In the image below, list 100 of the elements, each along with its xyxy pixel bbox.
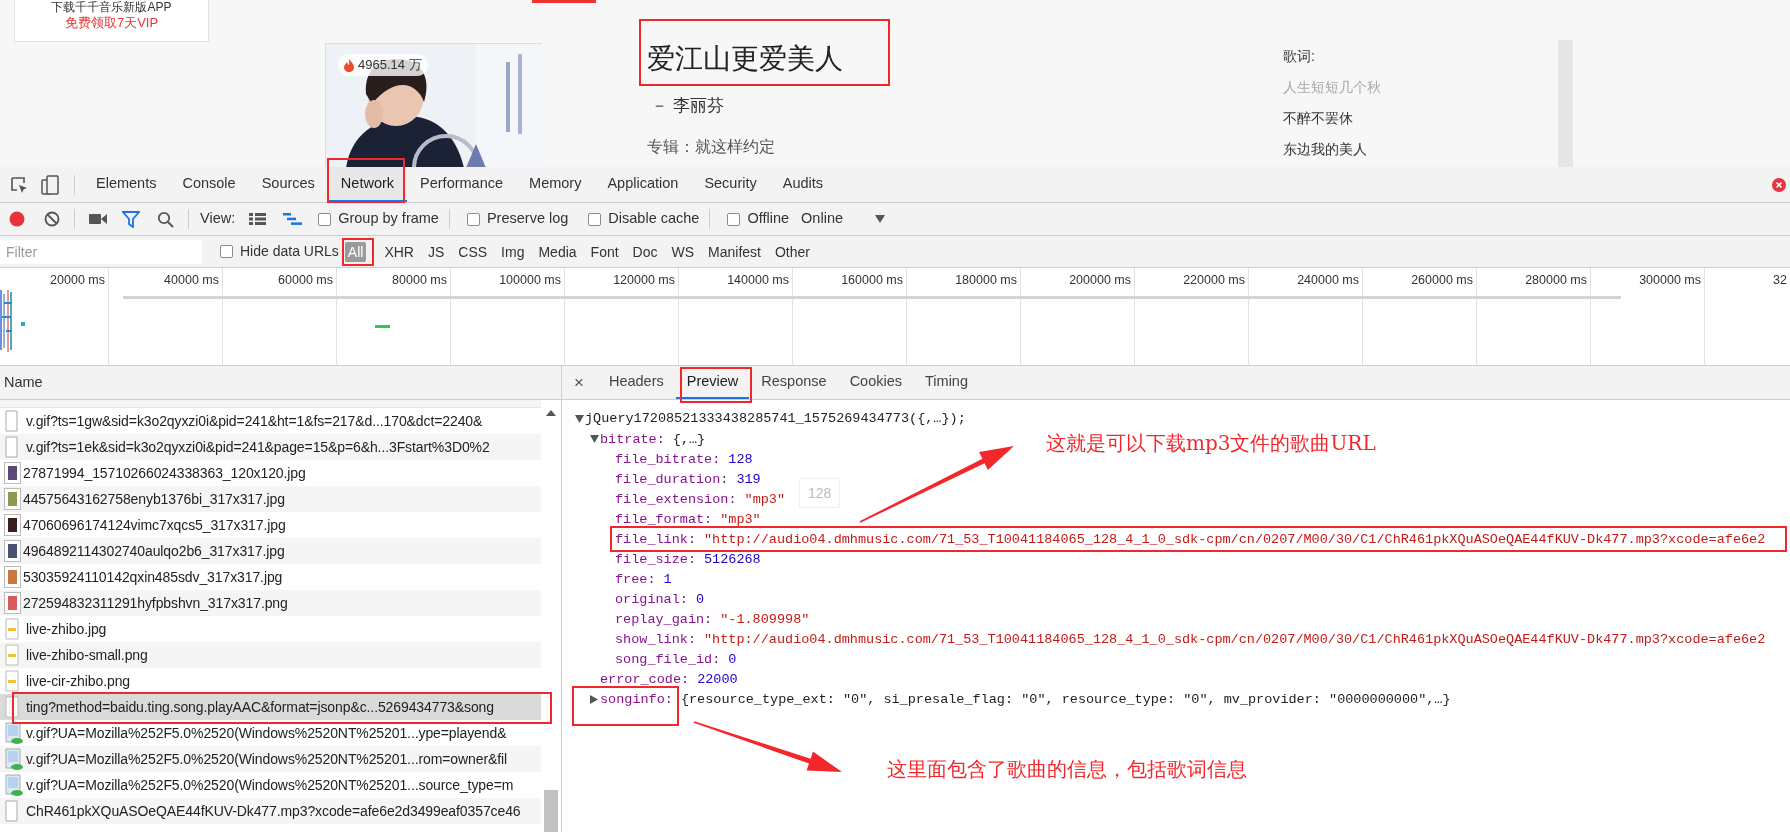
json-key: error_code: — [600, 672, 690, 686]
play-count: 4965.14 万 — [358, 56, 422, 75]
type-filter-button[interactable]: JS — [424, 241, 448, 262]
checkbox-label[interactable]: Offline — [747, 208, 790, 230]
clear-icon[interactable] — [44, 211, 60, 227]
checkbox[interactable] — [466, 212, 480, 226]
request-name: 44575643162758enyb1376bi_317x317.jpg — [23, 491, 285, 507]
checkbox-label[interactable]: Preserve log — [486, 208, 569, 230]
time-tick-label: 240000 ms — [1297, 272, 1359, 289]
app-promo-card[interactable]: 下载千千音乐新版APP 免费领取7天VIP — [14, 0, 209, 42]
filter-icon[interactable] — [122, 210, 140, 228]
time-tick-label: 20000 ms — [50, 272, 105, 289]
time-tick-label: 32 — [1773, 272, 1787, 289]
time-tick-label: 200000 ms — [1069, 272, 1131, 289]
request-name: 47060696174124vimc7xqcs5_317x317.jpg — [23, 517, 286, 533]
devtools-tab[interactable]: Elements — [83, 167, 170, 202]
json-value: 0 — [728, 652, 737, 666]
request-row[interactable]: v.gif?UA=Mozilla%252F5.0%2520(Windows%2520NT%25201...rom=owner&fil — [0, 746, 542, 772]
devtools-tab[interactable]: Security — [691, 167, 770, 202]
scrollbar-thumb[interactable] — [544, 790, 558, 832]
request-row[interactable]: live-zhibo-small.png — [0, 642, 542, 668]
json-key: file_bitrate: — [615, 452, 721, 466]
detail-tab[interactable]: Preview — [675, 366, 750, 399]
request-row[interactable]: 4964892114302740aulqo2b6_317x317.jpg — [0, 538, 542, 564]
highlight-frame — [680, 367, 752, 403]
type-filter-button[interactable]: Font — [587, 241, 622, 262]
devtools-tab[interactable]: Application — [594, 167, 692, 202]
flame-icon — [344, 58, 354, 72]
inspect-icon[interactable] — [10, 175, 28, 194]
request-name: ChR461pkXQuASOeQAE44fKUV-Dk477.mp3?xcode=afe6e2d3499eaf0357ce46 — [26, 803, 521, 819]
collapsed-triangle-icon[interactable] — [590, 694, 598, 704]
search-icon[interactable] — [157, 210, 174, 228]
dropdown-caret-icon[interactable] — [875, 215, 885, 223]
list-view-icon[interactable] — [249, 213, 267, 225]
detail-tab[interactable]: Response — [750, 366, 838, 399]
checkbox[interactable] — [220, 245, 233, 258]
json-value: "http://audio04.dmhmusic.com/71_53_T10041184065_128_4_1_0_sdk-cpm/cn/0207/M00/30/C1/ChR461pkXQuASOeQAE44fKUV-Dk477.mp3?xcode=afe6e2 — [704, 532, 1766, 546]
json-value: "-1.809998" — [720, 612, 810, 626]
type-filter-button[interactable]: XHR — [381, 241, 417, 262]
type-filter-button[interactable]: Other — [772, 241, 813, 262]
checkbox[interactable] — [727, 212, 741, 226]
close-icon[interactable] — [1772, 177, 1786, 192]
json-value: {,…} — [672, 432, 706, 446]
request-row[interactable]: v.gif?ts=1ek&sid=k3o2qyxzi0i&pid=241&page=15&p=6&h...3Fstart%3D0%2 — [0, 434, 542, 460]
expanded-triangle-icon[interactable] — [590, 435, 599, 443]
devtools-tab[interactable]: Audits — [769, 167, 837, 202]
devtools-tab[interactable]: Performance — [407, 167, 517, 202]
json-value: 319 — [736, 472, 761, 486]
request-name: ting?method=baidu.ting.song.playAAC&format=jsonp&c...5269434773&song — [26, 699, 494, 715]
json-value: "http://audio04.dmhmusic.com/71_53_T10041184065_128_4_1_0_sdk-cpm/cn/0207/M00/30/C1/ChR461pkXQuASOeQAE44fKUV-Dk477.mp3?xcode=afe6e2 — [704, 632, 1766, 646]
waterfall-drawing — [0, 290, 26, 352]
type-filter-button[interactable]: CSS — [455, 241, 491, 262]
highlight-frame — [342, 238, 374, 266]
time-tick-label: 180000 ms — [955, 272, 1017, 289]
type-filter-button[interactable]: Img — [498, 241, 528, 262]
expanded-triangle-icon[interactable] — [575, 415, 584, 423]
close-button[interactable]: × — [572, 366, 586, 399]
column-header[interactable]: Name — [4, 371, 43, 394]
device-toolbar-icon[interactable] — [41, 174, 59, 195]
type-filter-button[interactable]: Doc — [629, 241, 661, 262]
request-row[interactable]: 272594832311291hyfpbshvn_317x317.png — [0, 590, 542, 616]
record-icon[interactable] — [9, 211, 25, 227]
detail-tab[interactable]: Timing — [914, 366, 979, 399]
time-tick-label: 220000 ms — [1183, 272, 1245, 289]
checkbox-label[interactable]: Disable cache — [608, 208, 700, 230]
waterfall-view-icon[interactable] — [283, 213, 303, 225]
type-filter-button[interactable]: WS — [668, 241, 698, 262]
request-row[interactable]: ChR461pkXQuASOeQAE44fKUV-Dk477.mp3?xcode=afe6e2d3499eaf0357ce46 — [0, 798, 542, 824]
artist-name[interactable]: － 李丽芬 — [651, 95, 1047, 117]
scroll-up-icon[interactable] — [546, 410, 556, 416]
annotation-note: 这就是可以下载mp3文件的歌曲URL — [1046, 430, 1376, 456]
request-name: v.gif?UA=Mozilla%252F5.0%2520(Windows%2520NT%25201...ype=playend& — [26, 725, 507, 741]
throttling-select[interactable]: Online — [801, 208, 843, 230]
active-nav-indicator — [532, 0, 596, 3]
time-tick-label: 140000 ms — [727, 272, 789, 289]
devtools-tab[interactable]: Sources — [248, 167, 328, 202]
checkbox-label[interactable]: Hide data URLs — [240, 241, 339, 262]
request-row[interactable]: ting?method=baidu.ting.song.playAAC&format=jsonp&c...5269434773&song — [0, 694, 542, 720]
detail-tab[interactable]: Cookies — [838, 366, 913, 399]
value-tooltip: 128 — [799, 478, 841, 508]
type-filter-button[interactable]: Media — [535, 241, 580, 262]
devtools-tab[interactable]: Console — [169, 167, 249, 202]
album-name[interactable]: 专辑：就这样约定 — [647, 136, 1047, 158]
checkbox[interactable] — [588, 212, 602, 226]
filter-field[interactable]: Filter — [0, 239, 202, 264]
json-key: song_file_id: — [615, 652, 721, 666]
request-row[interactable]: 44575643162758enyb1376bi_317x317.jpg — [0, 486, 542, 512]
promo-title: 下载千千音乐新版APP — [51, 0, 172, 14]
view-label: View: — [200, 209, 236, 229]
camera-icon[interactable] — [89, 213, 107, 225]
checkbox-label[interactable]: Group by frame — [338, 208, 439, 230]
type-filter-button[interactable]: Manifest — [705, 241, 764, 262]
detail-tab[interactable]: Headers — [597, 366, 675, 399]
request-name: live-cir-zhibo.png — [26, 673, 131, 689]
checkbox[interactable] — [318, 212, 332, 226]
request-name: v.gif?ts=1ek&sid=k3o2qyxzi0i&pid=241&page=15&p=6&h...3Fstart%3D0%2 — [26, 439, 490, 455]
request-name: 4964892114302740aulqo2b6_317x317.jpg — [23, 543, 285, 559]
devtools-tab[interactable]: Memory — [516, 167, 595, 202]
lyric-line: 不醉不罢休 — [1283, 109, 1354, 127]
json-value: 22000 — [697, 672, 738, 686]
